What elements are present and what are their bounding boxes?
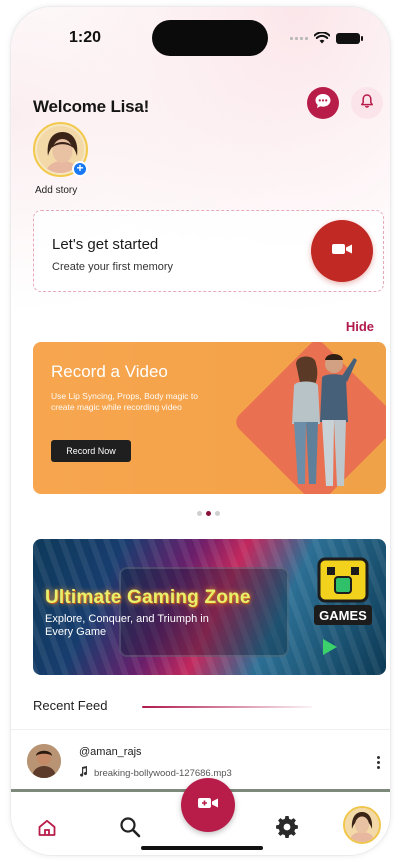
feed-song-name: breaking-bollywood-127686.mp3 xyxy=(94,767,232,779)
header: Welcome Lisa! xyxy=(33,87,383,127)
play-icon xyxy=(323,639,337,655)
video-add-icon xyxy=(197,795,219,816)
gaming-banner-subtitle: Explore, Conquer, and Triumph in Every G… xyxy=(45,613,209,638)
carousel-dot-active[interactable] xyxy=(206,511,211,516)
carousel-dot[interactable] xyxy=(197,511,202,516)
music-note-icon xyxy=(79,766,88,780)
dynamic-island xyxy=(152,20,268,56)
create-memory-record-button[interactable] xyxy=(311,220,373,282)
recent-feed-underline xyxy=(142,706,312,708)
get-started-title: Let's get started xyxy=(52,236,159,253)
status-icons xyxy=(290,32,363,44)
chat-button[interactable] xyxy=(307,87,339,119)
record-video-banner[interactable]: Record a Video Use Lip Syncing, Props, B… xyxy=(33,342,386,494)
banner-title: Record a Video xyxy=(51,362,168,381)
more-options-icon[interactable] xyxy=(377,756,380,769)
recent-feed-title: Recent Feed xyxy=(33,698,108,713)
battery-icon xyxy=(336,32,363,44)
video-camera-icon xyxy=(331,241,353,262)
carousel-dot[interactable] xyxy=(215,511,220,516)
bell-icon xyxy=(359,93,375,114)
story-avatar[interactable]: + xyxy=(33,122,88,177)
feed-user-avatar[interactable] xyxy=(27,744,61,778)
svg-text:GAMES: GAMES xyxy=(319,608,367,623)
profile-avatar[interactable] xyxy=(343,806,381,844)
feed-username[interactable]: @aman_rajs xyxy=(79,746,142,758)
add-story-label: Add story xyxy=(35,185,78,196)
add-story-plus-icon[interactable]: + xyxy=(72,161,88,177)
phone-screen: 1:20 Welcome Lisa! + Add story Let's get… xyxy=(10,6,391,856)
couple-photo xyxy=(276,346,358,494)
status-bar: 1:20 xyxy=(11,7,390,63)
banner-description: Use Lip Syncing, Props, Body magic to cr… xyxy=(51,391,198,412)
get-started-subtitle: Create your first memory xyxy=(52,261,174,273)
chat-icon xyxy=(314,92,332,115)
signal-icon xyxy=(290,36,308,40)
add-story[interactable]: + Add story xyxy=(33,122,95,196)
welcome-title: Welcome Lisa! xyxy=(33,97,150,116)
game-screen-graphic xyxy=(119,567,289,657)
games-logo: GAMES xyxy=(313,557,373,631)
carousel-indicator xyxy=(197,511,220,516)
gaming-banner-title: Ultimate Gaming Zone xyxy=(45,587,251,608)
wifi-icon xyxy=(314,32,330,44)
gear-icon[interactable] xyxy=(276,816,298,843)
get-started-card[interactable]: Let's get started Create your first memo… xyxy=(33,210,384,292)
gaming-zone-banner[interactable]: Ultimate Gaming Zone Explore, Conquer, a… xyxy=(33,539,386,675)
home-icon[interactable] xyxy=(37,818,57,843)
notifications-button[interactable] xyxy=(351,87,383,119)
record-nav-button[interactable] xyxy=(181,778,235,832)
record-now-button[interactable]: Record Now xyxy=(51,440,131,462)
home-indicator xyxy=(141,846,263,850)
hide-link[interactable]: Hide xyxy=(346,319,374,334)
search-icon[interactable] xyxy=(119,816,141,843)
status-time: 1:20 xyxy=(69,29,102,46)
